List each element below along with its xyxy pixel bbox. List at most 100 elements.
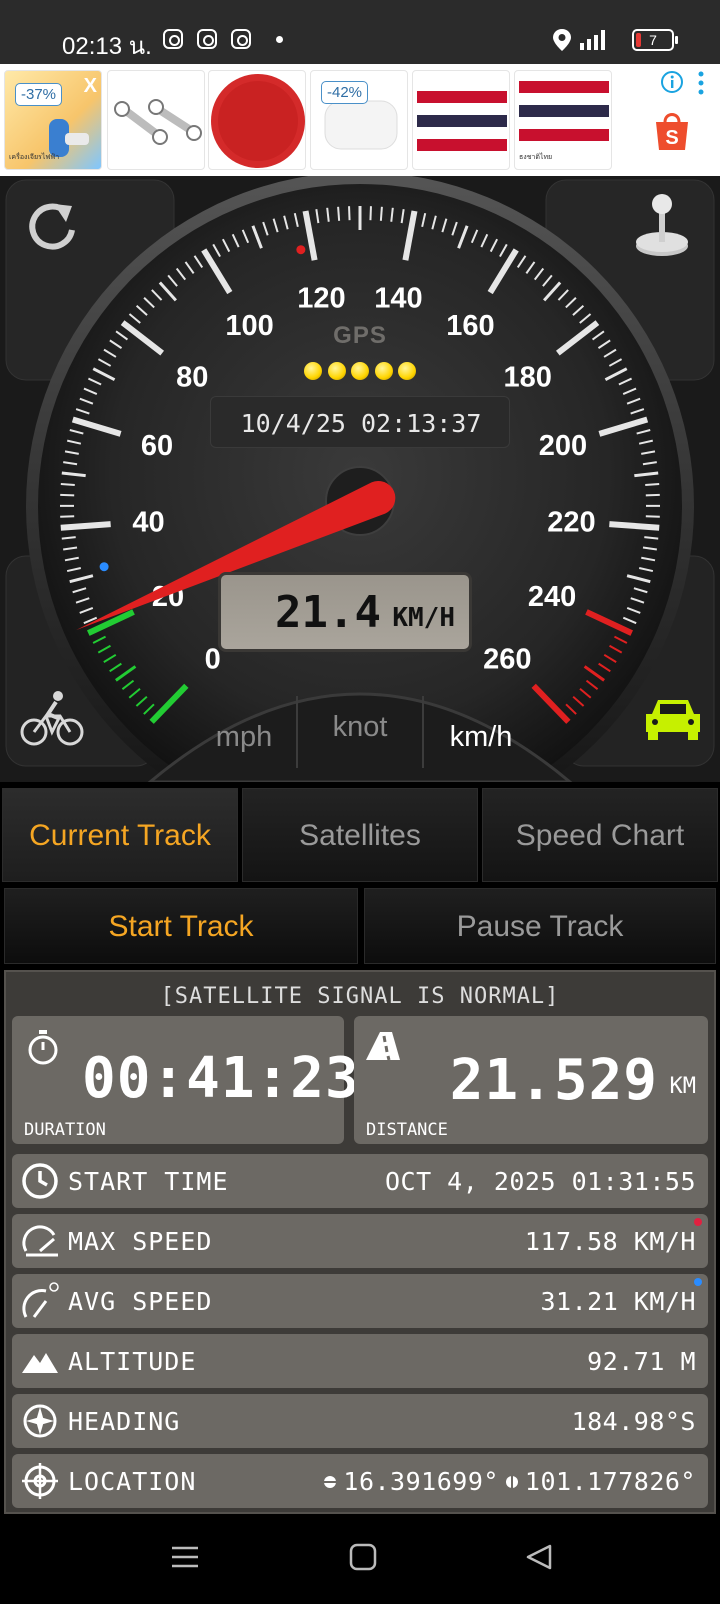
ad-item-1[interactable]: -37% X เครื่องเจียรไฟฟ้า	[4, 70, 102, 170]
unit-kmh-button[interactable]: km/h	[426, 706, 536, 768]
ad-item-3[interactable]	[208, 70, 306, 170]
gps-signal-dot	[374, 362, 393, 380]
scale-label: 260	[483, 644, 531, 676]
scale-label: 160	[446, 310, 494, 342]
speed-value: 21.4	[275, 587, 381, 638]
instagram-icon	[163, 29, 183, 49]
thai-flag-image	[519, 81, 609, 141]
scale-label: 60	[141, 430, 173, 462]
minor-tick	[369, 206, 372, 221]
tab-satellites[interactable]: Satellites	[242, 788, 478, 882]
gps-signal-dot	[398, 362, 416, 380]
distance-card: 21.529 KM DISTANCE	[354, 1016, 708, 1144]
gps-signal-indicator	[304, 362, 416, 382]
track-info-panel: [SATELLITE SIGNAL IS NORMAL] 00:41:23 DU…	[4, 970, 716, 1514]
bicycle-icon[interactable]	[20, 688, 84, 748]
scale-label: 220	[547, 506, 595, 538]
crosshair-icon	[22, 1463, 58, 1499]
datetime-display: 10/4/25 02:13:37	[210, 396, 510, 448]
minor-tick	[337, 206, 341, 221]
joystick-icon[interactable]	[630, 190, 694, 260]
location-label: LOCATION	[68, 1467, 197, 1496]
minor-tick	[60, 493, 75, 497]
navigation-bar	[0, 1514, 720, 1604]
product-image	[114, 99, 202, 145]
instagram-icon	[197, 29, 217, 49]
track-controls: Start Track Pause Track	[0, 886, 720, 968]
minor-tick	[645, 493, 660, 497]
ad-item-4[interactable]: -42%	[310, 70, 408, 170]
scale-label: 80	[176, 361, 208, 393]
info-icon[interactable]	[660, 70, 684, 94]
ad-close-button[interactable]: X	[84, 75, 97, 98]
avg-speed-row: AVG SPEED 31.21 KM/H	[12, 1274, 708, 1328]
speedometer: 0 20 40 60 80 100 120 140 160 180 200 220 240 260 GPS…	[0, 176, 720, 782]
scale-label: 140	[374, 283, 422, 315]
status-bar: 02:13 น. 7	[0, 0, 720, 64]
thai-flag-image	[417, 91, 507, 151]
avg-speed-icon	[22, 1282, 59, 1318]
datetime-text: 10/4/25 02:13:37	[240, 409, 482, 438]
altitude-label: ALTITUDE	[68, 1347, 197, 1376]
tab-current-track[interactable]: Current Track	[2, 788, 238, 882]
home-icon[interactable]	[348, 1542, 378, 1572]
back-icon[interactable]	[524, 1542, 554, 1572]
refresh-icon[interactable]	[22, 196, 82, 256]
road-icon	[366, 1032, 400, 1061]
shopee-icon[interactable]: S	[652, 108, 692, 152]
heading-value: 184.98°S	[571, 1407, 696, 1436]
scale-label: 240	[528, 581, 576, 613]
heading-label: HEADING	[68, 1407, 181, 1436]
tab-speed-chart[interactable]: Speed Chart	[482, 788, 718, 882]
ad-caption: เครื่องเจียรไฟฟ้า	[9, 154, 60, 161]
max-speed-label: MAX SPEED	[68, 1227, 213, 1256]
max-speed-value: 117.58 KM/H	[524, 1227, 696, 1256]
svg-text:S: S	[665, 127, 678, 149]
product-image	[211, 74, 305, 168]
unit-knot-button[interactable]: knot	[300, 696, 420, 758]
ad-item-5[interactable]	[412, 70, 510, 170]
max-speed-icon	[22, 1225, 58, 1257]
discount-badge: -42%	[321, 81, 369, 104]
altitude-value: 92.71 M	[587, 1347, 696, 1376]
signal-status: [SATELLITE SIGNAL IS NORMAL]	[160, 984, 560, 1009]
start-track-button[interactable]: Start Track	[4, 888, 358, 964]
ad-item-2[interactable]	[107, 70, 205, 170]
max-speed-marker-dot	[694, 1218, 702, 1226]
altitude-row: ALTITUDE 92.71 M	[12, 1334, 708, 1388]
latitude-icon	[324, 1475, 337, 1488]
ad-item-6[interactable]: ธงชาติไทย	[514, 70, 612, 170]
minor-tick	[379, 206, 383, 221]
pause-track-button[interactable]: Pause Track	[364, 888, 716, 964]
latitude-value: 16.391699°	[343, 1467, 499, 1496]
ad-banner[interactable]: -37% X เครื่องเจียรไฟฟ้า -42% ธงชาติไทย …	[0, 64, 720, 176]
minor-tick	[60, 515, 75, 518]
heading-row: HEADING 184.98°S	[12, 1394, 708, 1448]
gps-signal-dot	[327, 362, 346, 380]
location-value: 16.391699° 101.177826°	[323, 1467, 696, 1496]
speed-unit: KM/H	[392, 603, 455, 633]
minor-tick	[645, 515, 660, 518]
notification-dot-icon	[276, 36, 283, 43]
avg-speed-marker	[99, 562, 109, 572]
avg-speed-label: AVG SPEED	[68, 1287, 213, 1316]
compass-icon	[23, 1404, 57, 1438]
location-icon	[553, 29, 571, 51]
max-speed-marker	[296, 245, 306, 255]
car-icon[interactable]	[642, 694, 704, 744]
mountain-icon	[22, 1353, 58, 1373]
minor-tick	[348, 206, 351, 221]
instagram-icon	[231, 29, 251, 49]
unit-mph-button[interactable]: mph	[194, 706, 294, 768]
speedometer-dial: 020406080100120 140160180200220240260	[5, 176, 715, 782]
ad-caption: ธงชาติไทย	[519, 154, 553, 161]
recent-apps-icon[interactable]	[170, 1544, 200, 1570]
longitude-icon	[505, 1475, 518, 1488]
scale-label: 120	[297, 283, 345, 315]
avg-speed-marker-dot	[694, 1278, 702, 1286]
scale-label: 40	[132, 506, 164, 538]
more-options-icon[interactable]	[696, 70, 706, 96]
signal-icon	[580, 30, 605, 50]
speed-lcd-display: 21.4 KM/H	[218, 572, 472, 652]
status-time: 02:13 น.	[62, 33, 152, 60]
